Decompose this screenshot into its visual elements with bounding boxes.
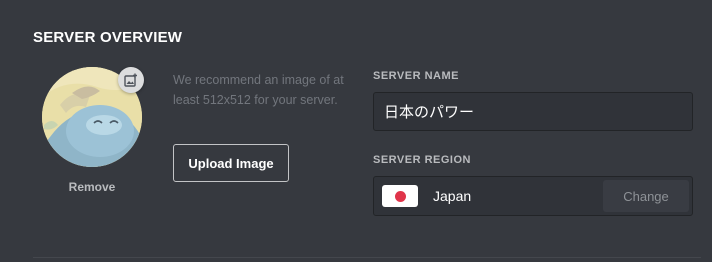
section-title: SERVER OVERVIEW — [33, 29, 183, 46]
server-name-input[interactable]: 日本のパワー — [373, 92, 693, 131]
add-image-icon[interactable] — [118, 67, 144, 93]
section-divider — [33, 257, 701, 258]
remove-icon-link[interactable]: Remove — [42, 180, 142, 194]
server-region-label: SERVER REGION — [373, 154, 471, 166]
japan-flag-icon — [382, 185, 418, 207]
image-recommendation-text: We recommend an image of at least 512x51… — [173, 73, 344, 107]
server-settings-page: SERVER OVERVIEW Remove We recommend an i… — [0, 0, 712, 262]
change-region-button[interactable]: Change — [603, 180, 689, 212]
server-icon-uploader — [42, 67, 144, 167]
upload-image-button[interactable]: Upload Image — [173, 144, 289, 182]
server-region-field: Japan Change — [373, 176, 693, 216]
server-region-value: Japan — [433, 188, 472, 204]
server-name-label: SERVER NAME — [373, 70, 459, 82]
